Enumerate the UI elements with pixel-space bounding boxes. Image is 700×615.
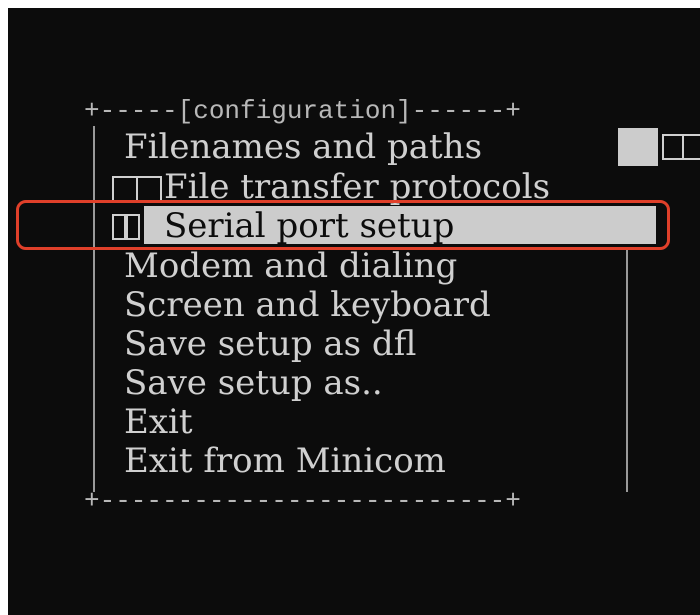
terminal-window: +-----[configuration]------+ Filenames a…: [8, 8, 700, 615]
selection-annotation-outline: [16, 200, 670, 250]
box-glyph-icon: [662, 134, 684, 160]
box-glyph-icon: [682, 134, 700, 160]
cursor-block: [618, 128, 658, 166]
menu-item-modem-and-dialing[interactable]: Modem and dialing: [124, 247, 457, 285]
menu-item-save-setup-as[interactable]: Save setup as..: [124, 364, 383, 402]
box-glyph-icon: [136, 176, 162, 202]
menu-top-border: +-----[configuration]------+: [84, 96, 521, 126]
menu-item-exit[interactable]: Exit: [124, 403, 193, 441]
menu-item-exit-from-minicom[interactable]: Exit from Minicom: [124, 442, 446, 480]
menu-bottom-border: +--------------------------+: [84, 486, 521, 516]
menu-item-save-setup-dfl[interactable]: Save setup as dfl: [124, 325, 416, 363]
menu-left-border: [93, 126, 95, 492]
menu-item-filenames[interactable]: Filenames and paths: [124, 128, 482, 166]
box-glyph-icon: [112, 176, 138, 202]
menu-item-screen-and-keyboard[interactable]: Screen and keyboard: [124, 286, 491, 324]
menu-right-border: [626, 248, 628, 492]
